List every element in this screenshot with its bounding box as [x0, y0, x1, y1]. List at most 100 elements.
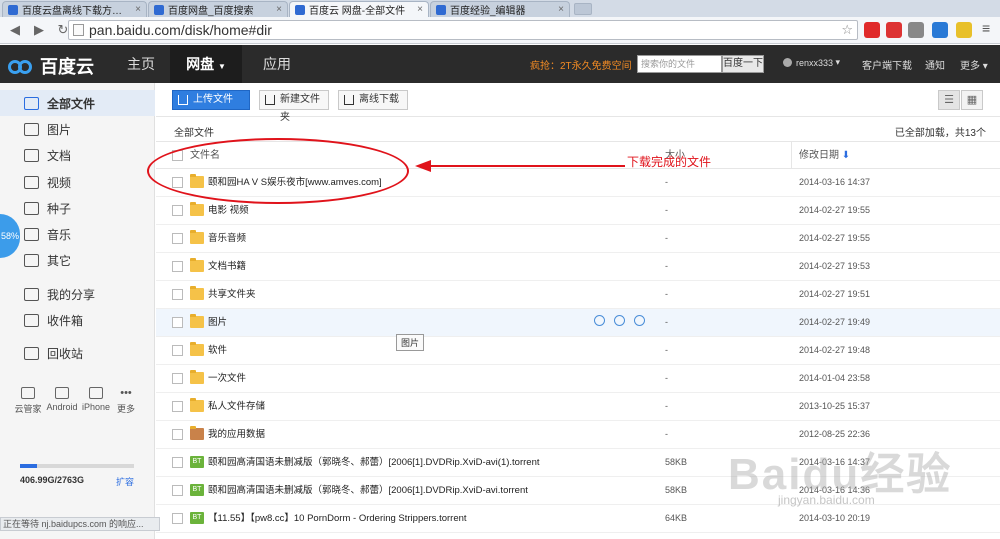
- close-tab-icon[interactable]: ×: [552, 4, 564, 15]
- extension-icon[interactable]: [908, 22, 924, 38]
- row-checkbox[interactable]: [172, 457, 183, 468]
- close-tab-icon[interactable]: ×: [270, 4, 282, 15]
- back-icon[interactable]: ◀: [6, 21, 24, 39]
- music-icon: [24, 227, 39, 241]
- close-tab-icon[interactable]: ×: [129, 4, 141, 15]
- table-row[interactable]: 文档书籍 - 2014-02-27 19:53: [156, 253, 1000, 281]
- table-row[interactable]: 私人文件存储 - 2013-10-25 15:37: [156, 393, 1000, 421]
- new-tab-button[interactable]: [574, 3, 592, 15]
- extension-icon[interactable]: [864, 22, 880, 38]
- file-name[interactable]: 一次文件: [208, 365, 246, 392]
- quota-text: 406.99G/2763G: [20, 475, 85, 485]
- file-name[interactable]: 颐和园高清国语未删减版（郭晓冬、郝蕾）[2006[1].DVDRip.XviD-…: [208, 449, 540, 476]
- nav-home[interactable]: 主页: [112, 45, 170, 83]
- row-checkbox[interactable]: [172, 317, 183, 328]
- row-checkbox[interactable]: [172, 261, 183, 272]
- document-icon: [24, 148, 39, 162]
- device-android[interactable]: Android: [44, 387, 80, 412]
- user-menu[interactable]: renxx333 ▾: [783, 57, 840, 68]
- menu-icon[interactable]: ≡: [982, 20, 990, 36]
- sidebar-item-music[interactable]: 音乐: [0, 221, 155, 247]
- table-row[interactable]: 共享文件夹 - 2014-02-27 19:51: [156, 281, 1000, 309]
- file-name[interactable]: 共享文件夹: [208, 281, 256, 308]
- promo-link[interactable]: 疯抢：2T永久免费空间: [530, 57, 632, 72]
- device-pc[interactable]: 云管家: [10, 387, 46, 415]
- browser-tab-2[interactable]: 百度网盘_百度搜索 ×: [148, 1, 288, 17]
- sidebar-item-images[interactable]: 图片: [0, 116, 155, 142]
- row-checkbox[interactable]: [172, 345, 183, 356]
- row-checkbox[interactable]: [172, 513, 183, 524]
- sidebar-item-other[interactable]: 其它: [0, 247, 155, 273]
- table-row[interactable]: 一次文件 - 2014-01-04 23:58: [156, 365, 1000, 393]
- row-checkbox[interactable]: [172, 233, 183, 244]
- notifications-link[interactable]: 通知: [925, 57, 945, 72]
- browser-tab-4[interactable]: 百度经验_编辑器 ×: [430, 1, 570, 17]
- row-checkbox[interactable]: [172, 429, 183, 440]
- client-download-link[interactable]: 客户端下载: [862, 57, 912, 72]
- cloud-logo-icon: [8, 56, 36, 76]
- file-name[interactable]: 图片: [208, 309, 227, 336]
- search-input[interactable]: 搜索你的文件: [637, 55, 722, 73]
- forward-icon[interactable]: ▶: [30, 21, 48, 39]
- column-date[interactable]: 修改日期 ⬇: [799, 142, 850, 169]
- file-date: 2013-10-25 15:37: [799, 401, 871, 411]
- bookmark-star-icon[interactable]: ☆: [841, 21, 853, 39]
- share-icon: [24, 287, 39, 301]
- file-name[interactable]: 音乐音频: [208, 225, 246, 252]
- file-name[interactable]: 私人文件存储: [208, 393, 265, 420]
- browser-tab-3[interactable]: 百度云 网盘-全部文件 ×: [289, 1, 429, 17]
- sidebar-item-recycle-bin[interactable]: 回收站: [0, 340, 155, 366]
- grid-view-toggle[interactable]: ▦: [961, 90, 983, 110]
- download-icon[interactable]: [614, 315, 625, 326]
- file-name[interactable]: 颐和园高清国语未删减版（郭晓冬、郝蕾）[2006[1].DVDRip.XviD-…: [208, 477, 528, 504]
- nav-netdisk[interactable]: 网盘 ▼: [170, 45, 242, 83]
- breadcrumb[interactable]: 全部文件: [174, 124, 214, 139]
- file-name[interactable]: 软件: [208, 337, 227, 364]
- file-date: 2014-02-27 19:48: [799, 345, 871, 355]
- folder-icon: [190, 230, 204, 244]
- sidebar-item-videos[interactable]: 视频: [0, 169, 155, 195]
- share-icon[interactable]: [594, 315, 605, 326]
- table-row[interactable]: BT 【11.55】【pw8.cc】10 PornDorm - Ordering …: [156, 505, 1000, 533]
- sidebar-item-torrents[interactable]: 种子: [0, 195, 155, 221]
- inbox-icon: [24, 313, 39, 327]
- close-tab-icon[interactable]: ×: [411, 4, 423, 15]
- nav-apps[interactable]: 应用: [248, 45, 306, 83]
- row-checkbox[interactable]: [172, 289, 183, 300]
- browser-tab-1[interactable]: 百度云盘离线下载方法_百 ×: [2, 1, 147, 17]
- baidu-cloud-logo[interactable]: 百度云: [8, 53, 94, 79]
- extension-icon[interactable]: [932, 22, 948, 38]
- table-row[interactable]: 图片 - 2014-02-27 19:49: [156, 309, 1000, 337]
- more-link[interactable]: 更多 ▾: [960, 57, 988, 72]
- sidebar-item-all-files[interactable]: 全部文件: [0, 90, 155, 116]
- offline-download-button[interactable]: 离线下载: [338, 90, 408, 110]
- new-folder-button[interactable]: 新建文件夹: [259, 90, 329, 123]
- search-button[interactable]: 百度一下: [722, 55, 764, 73]
- device-more[interactable]: ••• 更多: [108, 387, 144, 415]
- row-actions: [594, 315, 645, 326]
- address-bar[interactable]: pan.baidu.com/disk/home#dir ☆: [68, 20, 858, 40]
- sidebar-item-documents[interactable]: 文档: [0, 142, 155, 168]
- other-icon: [24, 253, 39, 267]
- table-row[interactable]: 软件 - 2014-02-27 19:48: [156, 337, 1000, 365]
- list-view-toggle[interactable]: ☰: [938, 90, 960, 110]
- sidebar-item-my-shares[interactable]: 我的分享: [0, 281, 155, 307]
- file-name[interactable]: 文档书籍: [208, 253, 246, 280]
- folder-icon: [190, 314, 204, 328]
- file-name[interactable]: 【11.55】【pw8.cc】10 PornDorm - Ordering St…: [208, 505, 467, 532]
- row-checkbox[interactable]: [172, 205, 183, 216]
- extension-icon[interactable]: [956, 22, 972, 38]
- row-checkbox[interactable]: [172, 485, 183, 496]
- table-row[interactable]: 音乐音频 - 2014-02-27 19:55: [156, 225, 1000, 253]
- torrent-file-icon: BT: [190, 484, 204, 496]
- row-checkbox[interactable]: [172, 373, 183, 384]
- more-options-icon[interactable]: [634, 315, 645, 326]
- row-checkbox[interactable]: [172, 401, 183, 412]
- extension-icon[interactable]: [886, 22, 902, 38]
- sidebar-item-inbox[interactable]: 收件箱: [0, 307, 155, 333]
- expand-quota-link[interactable]: 扩容: [116, 475, 134, 488]
- file-size: -: [665, 205, 668, 215]
- upload-button[interactable]: 上传文件: [172, 90, 250, 110]
- file-toolbar: 上传文件 新建文件夹 离线下载 ☰ ▦: [156, 83, 1000, 123]
- file-name[interactable]: 我的应用数据: [208, 421, 265, 448]
